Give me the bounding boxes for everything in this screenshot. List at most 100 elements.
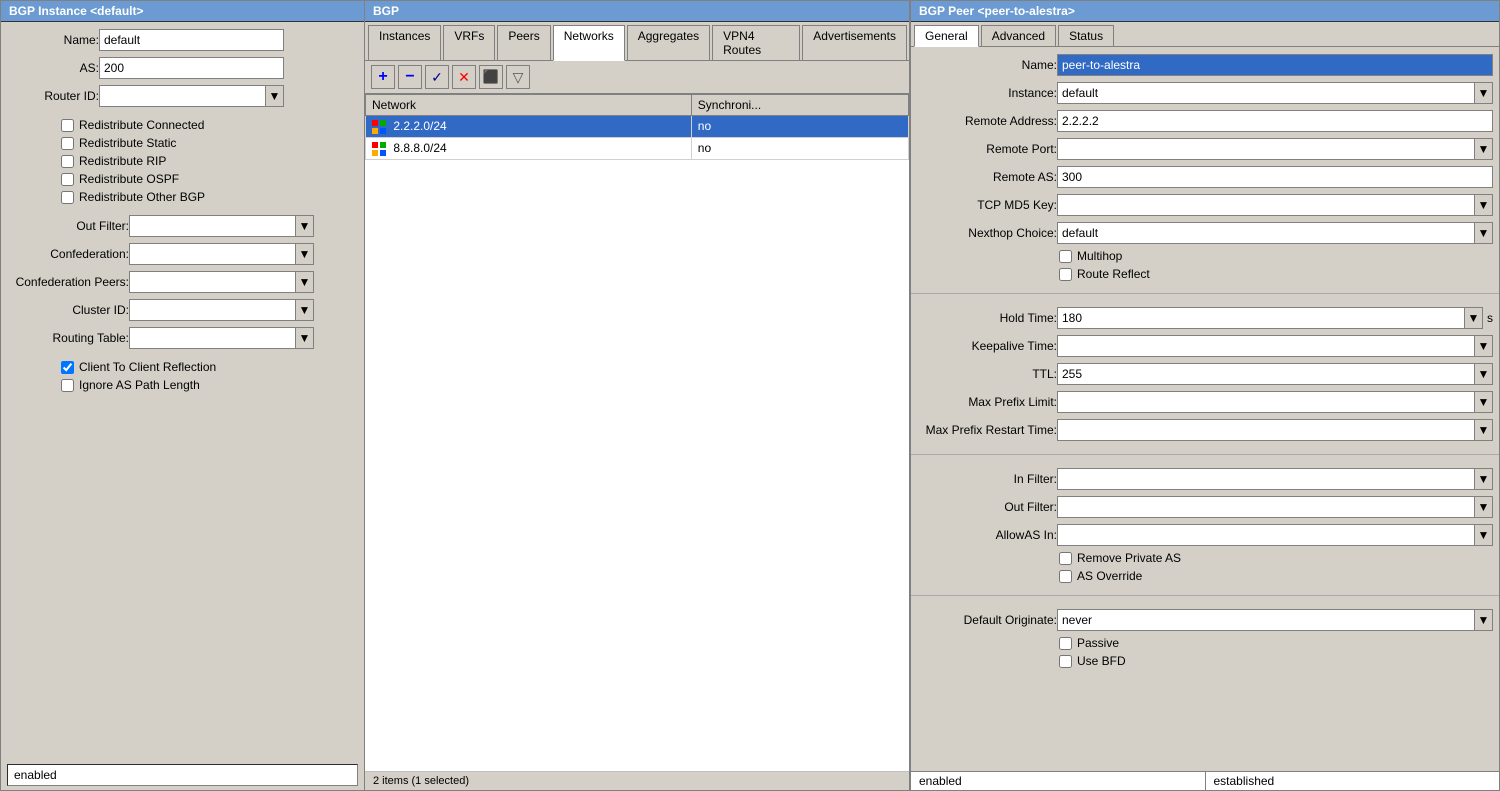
multihop-checkbox[interactable] — [1059, 250, 1072, 263]
peer-instance-row: Instance: ▼ — [911, 79, 1499, 107]
table-row[interactable]: 8.8.8.0/24 no — [366, 137, 909, 159]
use-bfd-checkbox[interactable] — [1059, 655, 1072, 668]
ttl-label: TTL: — [917, 367, 1057, 381]
tab-advanced[interactable]: Advanced — [981, 25, 1056, 46]
out-filter-input[interactable] — [129, 215, 296, 237]
redistribute-other-bgp-row: Redistribute Other BGP — [1, 188, 364, 206]
out-filter-input[interactable] — [1057, 496, 1475, 518]
max-prefix-input[interactable] — [1057, 391, 1475, 413]
ttl-dropdown-btn[interactable]: ▼ — [1475, 363, 1493, 385]
peer-form: Name: Instance: ▼ Remote Address: Remote… — [911, 47, 1499, 771]
tab-aggregates[interactable]: Aggregates — [627, 25, 710, 60]
remote-as-input[interactable] — [1057, 166, 1493, 188]
in-filter-input[interactable] — [1057, 468, 1475, 490]
confederation-dropdown-btn[interactable]: ▼ — [296, 243, 314, 265]
redistribute-rip-row: Redistribute RIP — [1, 152, 364, 170]
peer-instance-dropdown-btn[interactable]: ▼ — [1475, 82, 1493, 104]
tab-instances[interactable]: Instances — [368, 25, 441, 60]
max-prefix-restart-input[interactable] — [1057, 419, 1475, 441]
use-bfd-label: Use BFD — [1077, 654, 1126, 668]
redistribute-rip-checkbox[interactable] — [61, 155, 74, 168]
confederation-peers-label: Confederation Peers: — [9, 275, 129, 289]
keepalive-dropdown-btn[interactable]: ▼ — [1475, 335, 1493, 357]
tab-peers[interactable]: Peers — [497, 25, 550, 60]
remote-port-dropdown-btn[interactable]: ▼ — [1475, 138, 1493, 160]
tab-advertisements[interactable]: Advertisements — [802, 25, 907, 60]
routing-table-dropdown-btn[interactable]: ▼ — [296, 327, 314, 349]
as-override-checkbox[interactable] — [1059, 570, 1072, 583]
as-input[interactable] — [99, 57, 284, 79]
peer-name-input[interactable] — [1057, 54, 1493, 76]
tab-status[interactable]: Status — [1058, 25, 1114, 46]
redistribute-other-bgp-checkbox[interactable] — [61, 191, 74, 204]
add-button[interactable]: + — [371, 65, 395, 89]
out-filter-label: Out Filter: — [917, 500, 1057, 514]
remote-address-input[interactable] — [1057, 110, 1493, 132]
tcp-md5-dropdown-btn[interactable]: ▼ — [1475, 194, 1493, 216]
default-originate-input[interactable] — [1057, 609, 1475, 631]
bgp-peer-panel: BGP Peer <peer-to-alestra> General Advan… — [910, 0, 1500, 791]
keepalive-input[interactable] — [1057, 335, 1475, 357]
router-id-label: Router ID: — [9, 89, 99, 103]
peer-tab-bar: General Advanced Status — [911, 22, 1499, 47]
out-filter-wrap: ▼ — [1057, 496, 1493, 518]
tab-vpn4-routes[interactable]: VPN4 Routes — [712, 25, 800, 60]
confederation-peers-dropdown-btn[interactable]: ▼ — [296, 271, 314, 293]
nexthop-input[interactable] — [1057, 222, 1475, 244]
cluster-id-input[interactable] — [129, 299, 296, 321]
client-to-client-checkbox[interactable] — [61, 361, 74, 374]
tab-networks[interactable]: Networks — [553, 25, 625, 61]
redistribute-ospf-checkbox[interactable] — [61, 173, 74, 186]
remove-private-as-label: Remove Private AS — [1077, 551, 1181, 565]
route-reflect-checkbox[interactable] — [1059, 268, 1072, 281]
out-filter-row: Out Filter: ▼ — [911, 493, 1499, 521]
multihop-row: Multihop — [911, 247, 1499, 265]
remove-private-as-checkbox[interactable] — [1059, 552, 1072, 565]
redistribute-connected-checkbox[interactable] — [61, 119, 74, 132]
network-value: 8.8.8.0/24 — [393, 141, 446, 155]
bgp-peer-title: BGP Peer <peer-to-alestra> — [911, 1, 1499, 22]
ignore-as-path-checkbox[interactable] — [61, 379, 74, 392]
hold-time-input[interactable] — [1057, 307, 1465, 329]
remove-private-as-row: Remove Private AS — [911, 549, 1499, 567]
table-row[interactable]: 2.2.2.0/24 no — [366, 116, 909, 138]
name-input[interactable] — [99, 29, 284, 51]
out-filter-dropdown-btn[interactable]: ▼ — [1475, 496, 1493, 518]
ttl-input[interactable] — [1057, 363, 1475, 385]
max-prefix-dropdown-btn[interactable]: ▼ — [1475, 391, 1493, 413]
copy-button[interactable]: ⬛ — [479, 65, 503, 89]
remote-as-row: Remote AS: — [911, 163, 1499, 191]
left-status-bar: enabled — [7, 764, 358, 786]
remote-port-input[interactable] — [1057, 138, 1475, 160]
max-prefix-restart-dropdown-btn[interactable]: ▼ — [1475, 419, 1493, 441]
allow-as-dropdown-btn[interactable]: ▼ — [1475, 524, 1493, 546]
out-filter-dropdown-btn[interactable]: ▼ — [296, 215, 314, 237]
peer-instance-input[interactable] — [1057, 82, 1475, 104]
tab-vrfs[interactable]: VRFs — [443, 25, 495, 60]
default-originate-dropdown-btn[interactable]: ▼ — [1475, 609, 1493, 631]
in-filter-dropdown-btn[interactable]: ▼ — [1475, 468, 1493, 490]
default-originate-label: Default Originate: — [917, 613, 1057, 627]
nexthop-wrap: ▼ — [1057, 222, 1493, 244]
tcp-md5-row: TCP MD5 Key: ▼ — [911, 191, 1499, 219]
router-id-input[interactable] — [99, 85, 266, 107]
as-label: AS: — [9, 61, 99, 75]
remove-button[interactable]: − — [398, 65, 422, 89]
confederation-peers-input[interactable] — [129, 271, 296, 293]
apply-button[interactable]: ✓ — [425, 65, 449, 89]
tcp-md5-input[interactable] — [1057, 194, 1475, 216]
confederation-input[interactable] — [129, 243, 296, 265]
router-id-dropdown-btn[interactable]: ▼ — [266, 85, 284, 107]
tab-general[interactable]: General — [914, 25, 979, 47]
cancel-button[interactable]: ✕ — [452, 65, 476, 89]
peer-instance-wrap: ▼ — [1057, 82, 1493, 104]
redistribute-static-checkbox[interactable] — [61, 137, 74, 150]
passive-checkbox[interactable] — [1059, 637, 1072, 650]
hold-time-dropdown-btn[interactable]: ▼ — [1465, 307, 1483, 329]
filter-button[interactable]: ▽ — [506, 65, 530, 89]
allow-as-input[interactable] — [1057, 524, 1475, 546]
cluster-id-dropdown-btn[interactable]: ▼ — [296, 299, 314, 321]
nexthop-dropdown-btn[interactable]: ▼ — [1475, 222, 1493, 244]
peer-bottom-status: enabled established — [911, 771, 1499, 790]
routing-table-input[interactable] — [129, 327, 296, 349]
